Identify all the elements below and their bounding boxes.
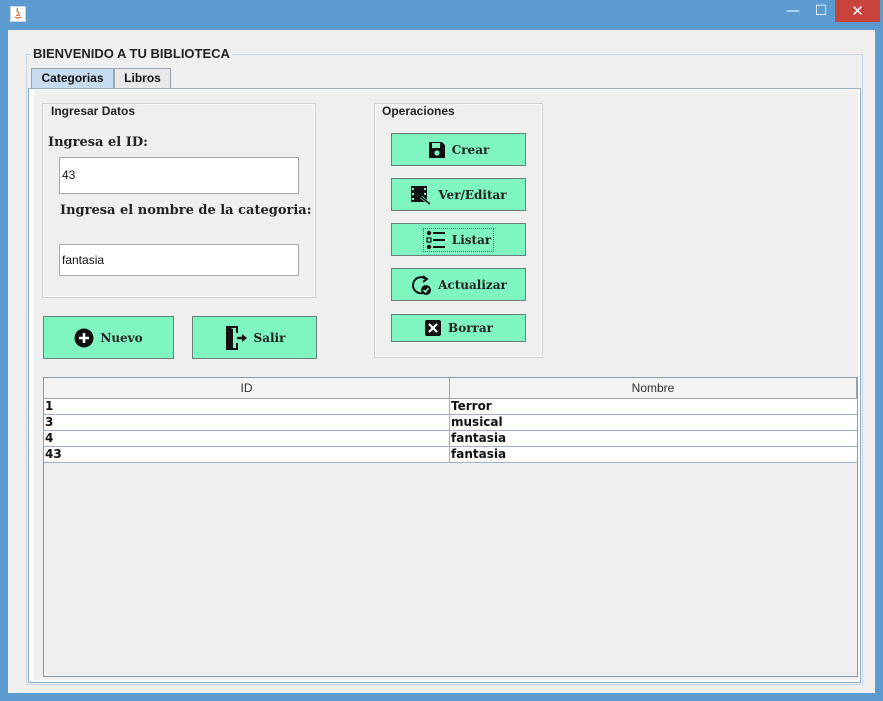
table-row[interactable]: 1 Terror bbox=[44, 399, 857, 415]
listar-button[interactable]: Listar bbox=[391, 223, 526, 256]
java-icon[interactable] bbox=[10, 6, 26, 22]
listar-focus-box: Listar bbox=[422, 227, 495, 252]
refresh-check-icon bbox=[412, 274, 432, 295]
salir-label: Salir bbox=[253, 330, 286, 345]
close-button[interactable]: ✕ bbox=[835, 0, 880, 22]
tab-libros[interactable]: Libros bbox=[114, 68, 171, 89]
cell-id: 3 bbox=[44, 415, 450, 430]
table-row[interactable]: 3 musical bbox=[44, 415, 857, 431]
table-row[interactable]: 43 fantasia bbox=[44, 447, 857, 463]
maximize-icon: ☐ bbox=[814, 3, 828, 19]
nuevo-label: Nuevo bbox=[100, 330, 143, 345]
borrar-button[interactable]: Borrar bbox=[391, 314, 526, 342]
cell-nombre: Terror bbox=[451, 399, 492, 413]
list-icon bbox=[426, 230, 445, 249]
id-field[interactable]: 43 bbox=[59, 157, 299, 194]
cell-nombre: fantasia bbox=[451, 431, 507, 445]
operaciones-title: Operaciones bbox=[380, 104, 457, 118]
group-title: BIENVENIDO A TU BIBLIOTECA bbox=[31, 46, 232, 61]
maximize-button[interactable]: ☐ bbox=[808, 0, 834, 22]
column-header-id[interactable]: ID bbox=[44, 378, 450, 399]
cell-nombre: musical bbox=[451, 415, 503, 429]
ingresar-datos-title: Ingresar Datos bbox=[49, 104, 138, 118]
cell-id: 4 bbox=[44, 431, 450, 446]
actualizar-button[interactable]: Actualizar bbox=[391, 268, 526, 301]
salir-button[interactable]: Salir bbox=[192, 316, 317, 359]
crear-label: Crear bbox=[451, 142, 490, 157]
tab-categorias[interactable]: Categorias bbox=[31, 68, 114, 89]
ver-editar-button[interactable]: Ver/Editar bbox=[391, 178, 526, 211]
cell-nombre: fantasia bbox=[451, 447, 507, 461]
close-icon: ✕ bbox=[851, 2, 864, 20]
table-row[interactable]: 4 fantasia bbox=[44, 431, 857, 447]
cell-id: 1 bbox=[44, 399, 450, 414]
minimize-button[interactable]: — bbox=[780, 0, 806, 22]
id-label: Ingresa el ID: bbox=[48, 135, 148, 150]
crear-button[interactable]: Crear bbox=[391, 133, 526, 166]
nuevo-button[interactable]: Nuevo bbox=[43, 316, 174, 359]
film-edit-icon bbox=[411, 185, 432, 205]
ver-editar-label: Ver/Editar bbox=[438, 187, 507, 202]
exit-door-icon bbox=[225, 325, 247, 350]
actualizar-label: Actualizar bbox=[438, 277, 507, 292]
cell-id: 43 bbox=[44, 447, 450, 462]
category-name-field[interactable]: fantasia bbox=[59, 244, 299, 276]
borrar-label: Borrar bbox=[448, 321, 493, 335]
column-header-nombre[interactable]: Nombre bbox=[450, 378, 857, 399]
plus-circle-icon bbox=[74, 328, 94, 347]
window-titlebar[interactable] bbox=[0, 0, 883, 30]
close-box-icon bbox=[425, 320, 442, 336]
listar-label: Listar bbox=[451, 232, 492, 247]
minimize-icon: — bbox=[786, 3, 800, 19]
save-icon bbox=[428, 141, 445, 158]
category-name-label: Ingresa el nombre de la categoria: bbox=[60, 203, 312, 218]
